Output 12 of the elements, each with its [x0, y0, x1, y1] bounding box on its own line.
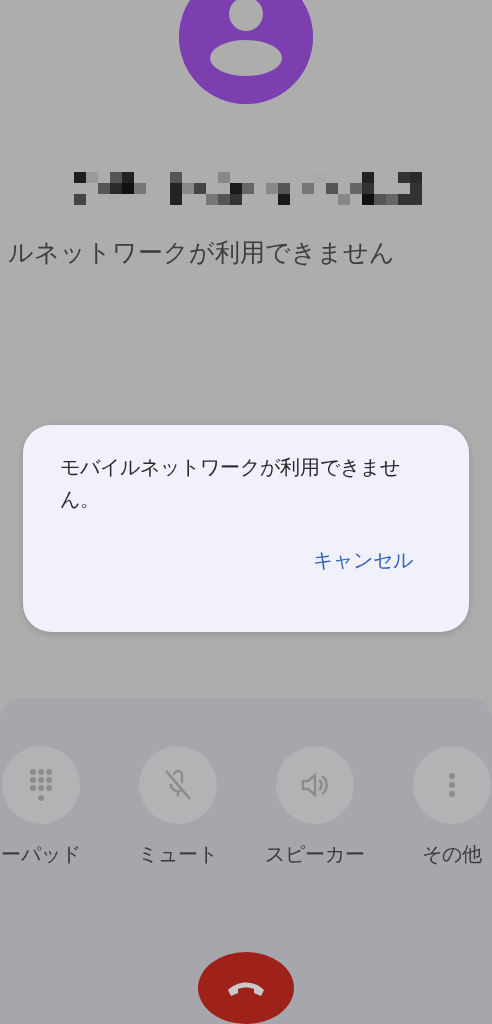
avatar-icon — [179, 0, 313, 104]
control-label: スピーカー — [264, 842, 365, 866]
cancel-button[interactable]: キャンセル — [313, 543, 413, 578]
control-label: ミュート — [137, 842, 218, 866]
speaker-icon — [299, 770, 330, 800]
call-status: ルネットワークが利用できません — [8, 237, 395, 269]
control-label: ーパッド — [0, 842, 81, 866]
mic-off-icon — [162, 768, 193, 802]
more-icon — [447, 772, 456, 798]
dialpad-icon — [28, 768, 53, 802]
dialog-message: モバイルネットワークが利用できません。 — [60, 454, 401, 513]
control-label: その他 — [421, 842, 482, 866]
